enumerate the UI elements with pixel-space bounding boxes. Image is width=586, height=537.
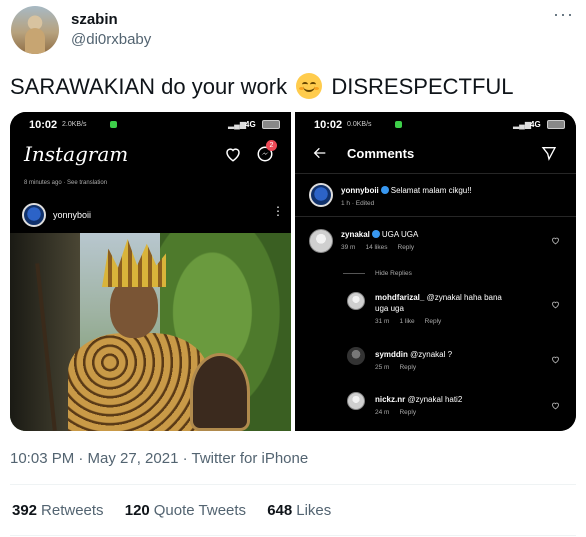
status-speed: 2.0KB/s [62,121,87,128]
likes-stat[interactable]: 648 Likes [267,502,331,519]
comment-user: symddin [375,350,408,359]
network-type: 4G [245,120,256,129]
signal-icon: ▂▄▆ [513,120,531,129]
handle[interactable]: @di0rxbaby [71,31,151,48]
status-time: 10:02 [29,119,58,131]
comment-avatar [347,292,365,310]
media-image-instagram-post[interactable]: 10:02 2.0KB/s ▂▄▆ 4G Instagram 2 8 minut… [10,112,291,431]
back-arrow-icon [313,147,326,159]
comments-title: Comments [347,146,415,161]
comment-avatar [347,392,365,410]
heart-icon [552,301,559,309]
heart-icon [552,237,559,245]
display-name[interactable]: szabin [71,11,118,28]
smiling-face-emoji-icon [296,73,323,99]
post-avatar [22,203,46,227]
quote-tweets-stat[interactable]: 120 Quote Tweets [125,502,246,519]
status-bar: 10:02 0.0KB/s ▂▄▆ 4G [295,119,576,133]
comment-meta: 25 m Reply [375,364,417,371]
post-username: yonnyboii [53,210,92,220]
caption-divider [295,216,576,217]
comment-text: @zynakal ? [410,350,453,359]
tweet-text-part-2: DISRESPECTFUL [331,74,514,99]
comment-avatar [309,183,333,207]
more-options-icon[interactable]: ··· [553,5,574,23]
comment-meta: 31 m1 like Reply [375,318,442,325]
network-type: 4G [530,120,541,129]
post-more-icon: ⋮ [272,204,284,218]
comment-text-continued: uga uga [375,304,404,313]
tweet-text-part-1: SARAWAKIAN do your work [10,74,288,99]
comment: nickz.nr @zynakal hati2 [375,394,462,405]
comment-text: @zynakal hati2 [407,395,463,404]
time-note: 8 minutes ago · See translation [24,180,108,186]
quote-tweets-count: 120 [124,502,150,519]
tweet-media[interactable]: 10:02 2.0KB/s ▂▄▆ 4G Instagram 2 8 minut… [10,112,576,431]
verified-icon [380,186,389,194]
battery-icon [262,120,280,129]
retweets-stat[interactable]: 392 Retweets [12,502,104,519]
send-icon [541,147,557,161]
tweet-stats: 392 Retweets 120 Quote Tweets 648 Likes [12,502,348,519]
comment: symddin @zynakal ? [375,349,452,360]
hide-replies-link: Hide Replies [375,270,412,277]
battery-icon [547,120,565,129]
verified-icon [371,230,380,238]
heart-icon [552,402,559,410]
tweet-text: SARAWAKIAN do your work DISRESPECTFUL [10,73,514,100]
comment-meta: 39 m 14 likes Reply [341,244,415,251]
comment-avatar [347,347,365,365]
post-photo [10,233,291,431]
signal-icon: ▂▄▆ [228,120,246,129]
divider [10,484,576,485]
comment-user: yonnyboii [341,186,379,195]
comment-avatar [309,229,333,253]
app-status-icon [110,121,117,128]
avatar[interactable] [11,6,59,54]
instagram-logo: Instagram [24,142,129,166]
quote-tweets-label: Quote Tweets [153,502,247,519]
tweet-timestamp[interactable]: 10:03 PM · May 27, 2021 · Twitter for iP… [10,450,308,467]
comment: yonnyboii Selamat malam cikgu!! [341,185,472,196]
tweet: szabin @di0rxbaby ··· SARAWAKIAN do your… [0,0,586,537]
comment-user: mohdfarizal_ [375,293,425,302]
comment-user: zynakal [341,230,370,239]
comment-meta: 24 m Reply [375,409,417,416]
heart-icon [552,356,559,364]
likes-count: 648 [267,502,293,519]
notification-badge: 2 [266,140,277,151]
retweets-label: Retweets [41,502,104,519]
retweets-count: 392 [12,502,38,519]
status-bar: 10:02 2.0KB/s ▂▄▆ 4G [10,119,291,133]
divider [10,535,576,536]
comment: zynakal UGA UGA [341,229,418,240]
comment-text: UGA UGA [381,230,419,239]
comment-text: @zynakal haha bana [426,293,502,302]
heart-icon [226,148,240,162]
hide-replies-line [343,273,365,274]
comment-user: nickz.nr [375,395,406,404]
header-divider [295,173,576,174]
comment-text: Selamat malam cikgu!! [390,186,472,195]
comment: mohdfarizal_ @zynakal haha bana [375,292,502,303]
media-image-comments[interactable]: 10:02 0.0KB/s ▂▄▆ 4G Comments yonnyboii S… [295,112,576,431]
likes-label: Likes [296,502,332,519]
status-speed: 0.0KB/s [347,121,372,128]
status-time: 10:02 [314,119,343,131]
app-status-icon [395,121,402,128]
comment-meta: 1 h · Edited [341,200,375,207]
